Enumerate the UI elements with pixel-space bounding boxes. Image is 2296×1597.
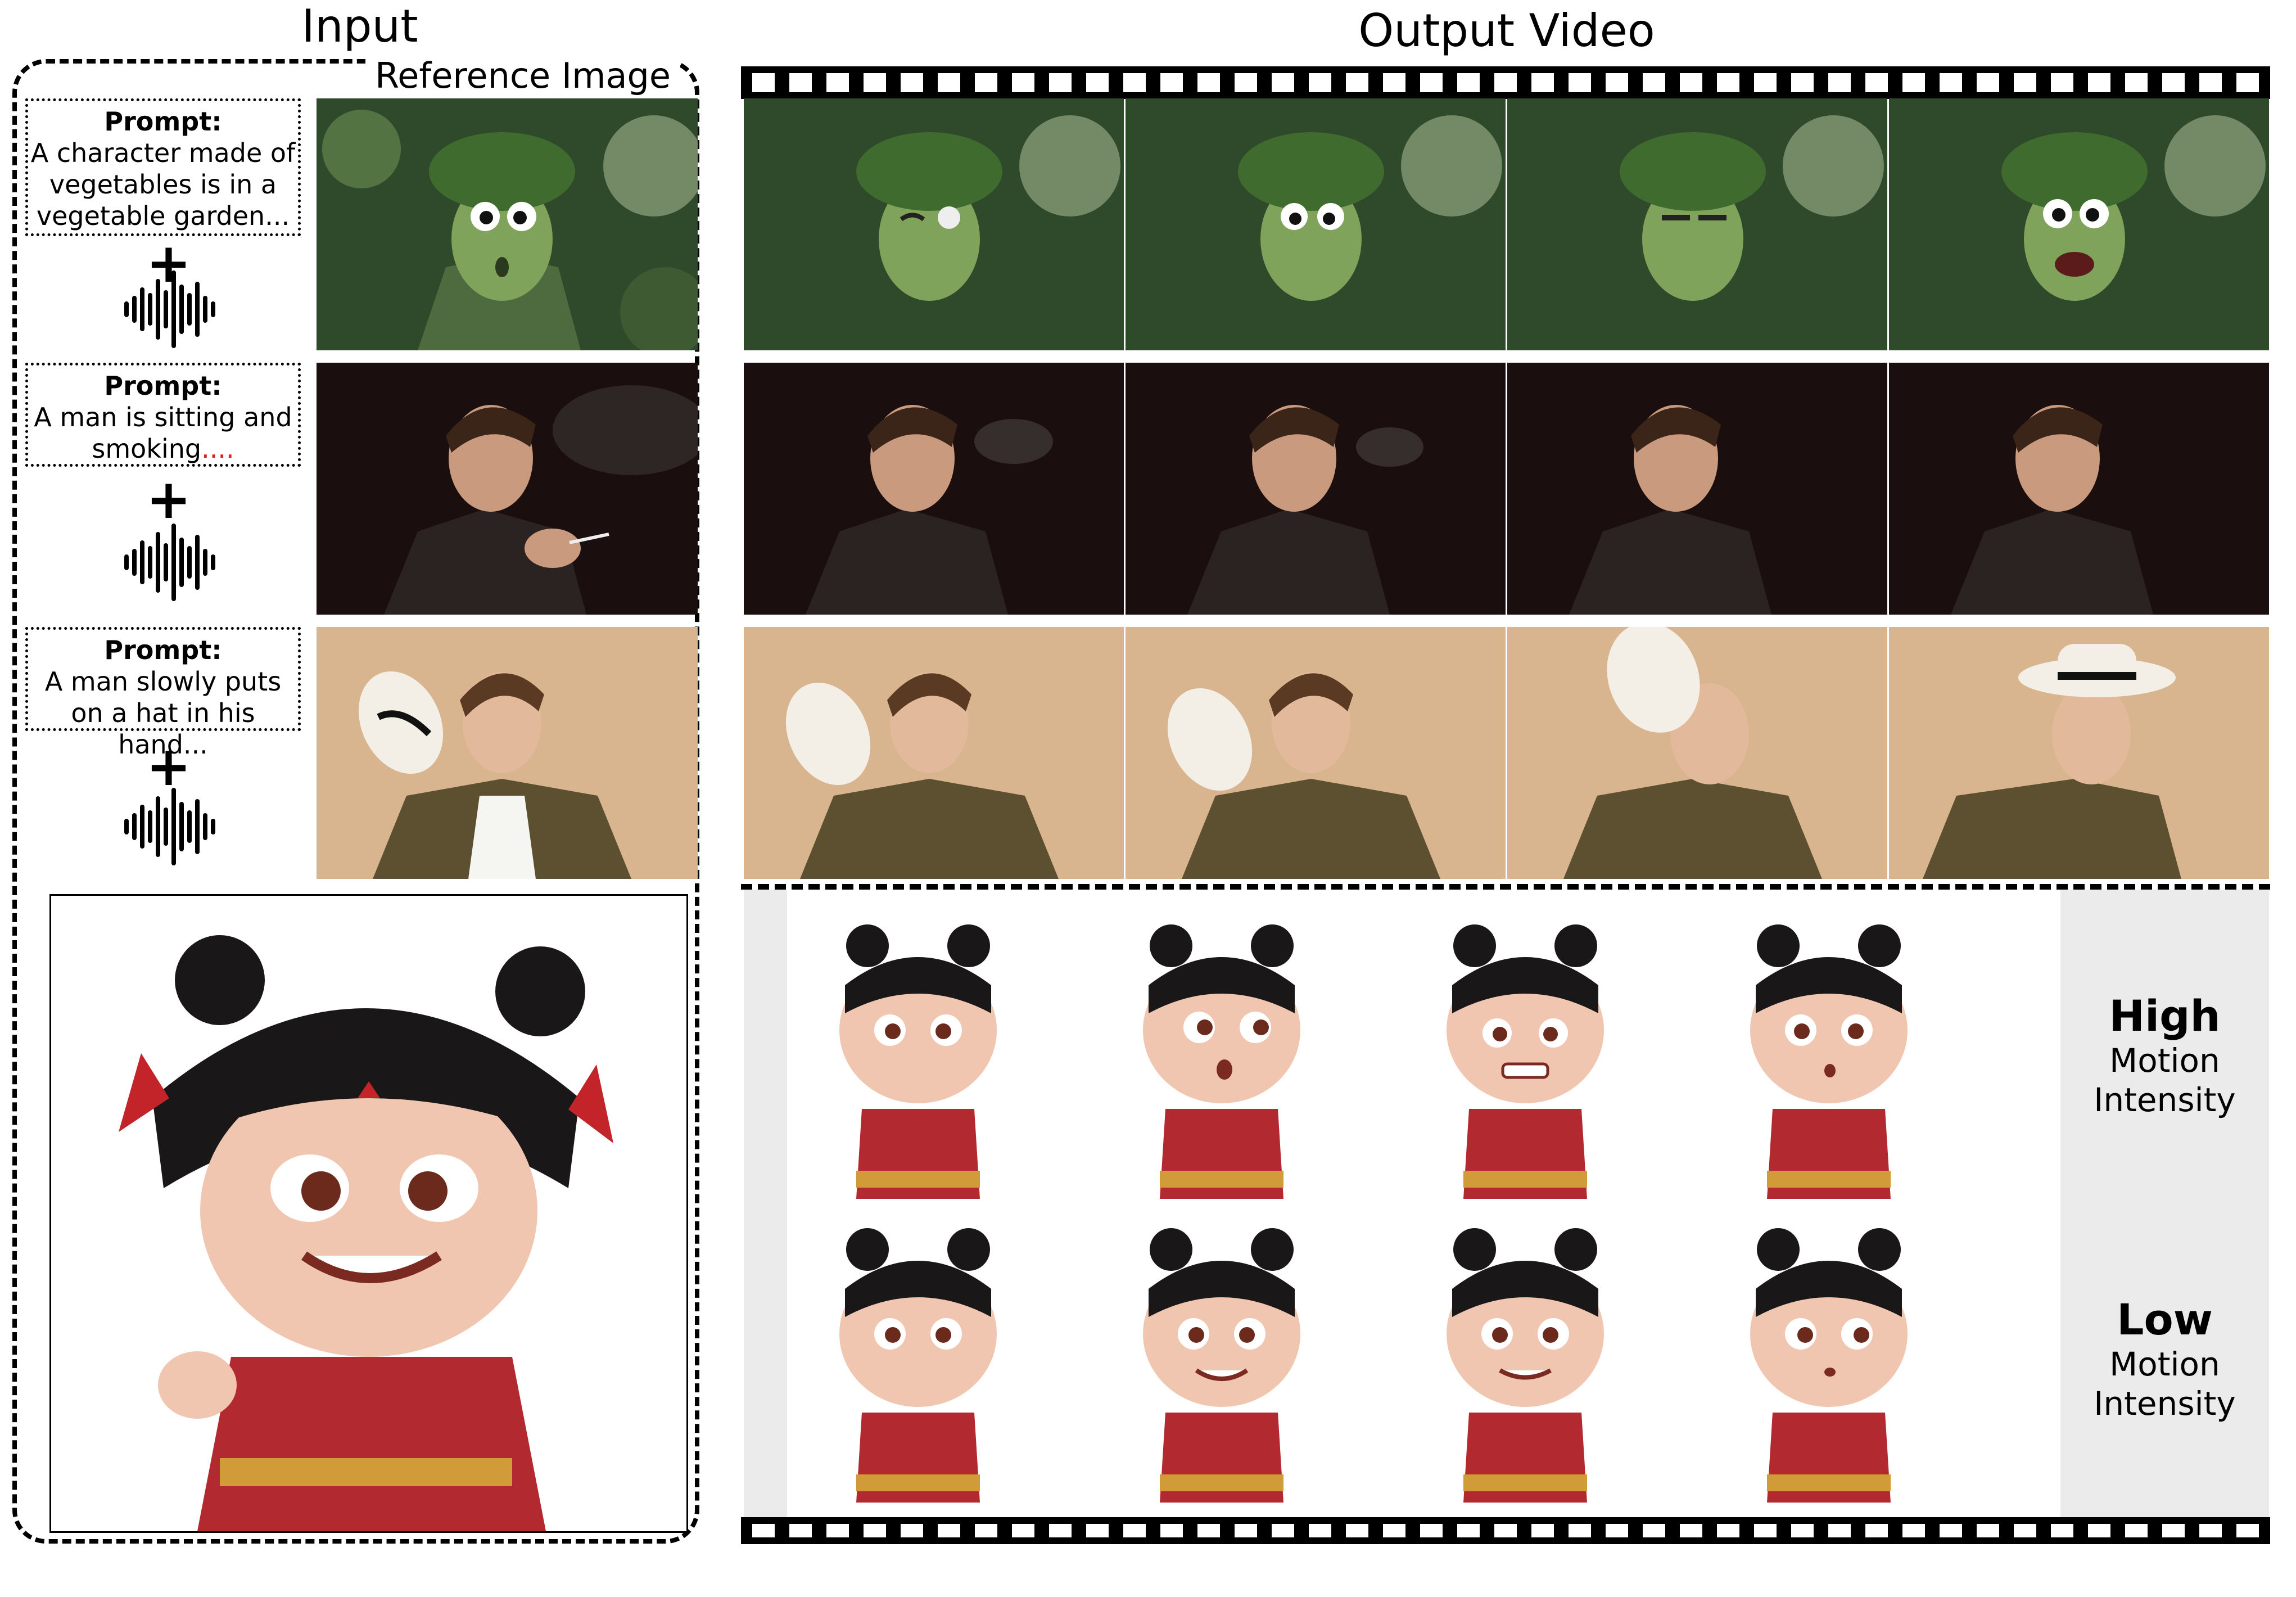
output-frame	[1507, 363, 1887, 615]
audio-waveform-icon	[124, 788, 215, 865]
output-frame	[744, 627, 1124, 879]
prompt-box-1: Prompt: A character made of vegetables i…	[25, 98, 301, 236]
output-frame	[1447, 924, 1604, 1199]
audio-waveform-icon	[124, 524, 215, 601]
output-frame	[1143, 1228, 1300, 1503]
prompt-ellipsis: ....	[201, 434, 234, 464]
low-sub-motion: Motion	[2109, 1345, 2220, 1383]
output-frame	[839, 924, 997, 1199]
prompt-text: A character made of vegetables is in a v…	[30, 138, 296, 231]
plus-icon: +	[146, 468, 192, 531]
output-row-vegetable	[744, 98, 2269, 350]
prompt-label: Prompt:	[104, 371, 222, 401]
low-motion-label: Low Motion Intensity	[2060, 1294, 2269, 1423]
output-frame	[1126, 627, 1506, 879]
low-sub-intensity: Intensity	[2094, 1384, 2236, 1423]
input-title: Input	[301, 0, 418, 52]
prompt-box-2: Prompt: A man is sitting and smoking....	[25, 363, 301, 467]
output-frame	[1889, 627, 2269, 879]
output-frame	[744, 98, 1124, 350]
output-frame	[1507, 98, 1887, 350]
audio-waveform-icon	[124, 270, 215, 348]
reference-image-hat-man	[317, 627, 698, 879]
reference-image-smoking-man	[317, 363, 698, 615]
prompt-label: Prompt:	[104, 635, 222, 665]
girl-output-grid: High Motion Intensity Low Motion Intensi…	[744, 890, 2269, 1517]
low-title: Low	[2117, 1294, 2213, 1345]
output-title: Output Video	[1358, 4, 1655, 57]
section-divider	[741, 884, 2270, 890]
left-gray-margin	[744, 890, 787, 1517]
prompt-box-3: Prompt: A man slowly puts on a hat in hi…	[25, 627, 301, 760]
high-sub-motion: Motion	[2109, 1041, 2220, 1080]
output-frame	[1889, 98, 2269, 350]
output-frame	[1750, 924, 1908, 1199]
high-title: High	[2109, 991, 2221, 1041]
output-row-smoking	[744, 363, 2269, 615]
film-strip-bottom	[741, 1517, 2270, 1544]
output-frame	[839, 1228, 997, 1503]
output-frame	[1126, 98, 1506, 350]
high-motion-label: High Motion Intensity	[2060, 991, 2269, 1120]
film-strip-top	[741, 66, 2270, 99]
prompt-text: A man is sitting and smoking	[34, 402, 292, 464]
output-frame	[1507, 627, 1887, 879]
output-frame	[1126, 363, 1506, 615]
output-frame	[1143, 924, 1300, 1199]
output-frame	[1750, 1228, 1908, 1503]
high-sub-intensity: Intensity	[2094, 1081, 2236, 1119]
output-frame	[1889, 363, 2269, 615]
reference-image-girl-character	[49, 894, 688, 1533]
output-frame	[744, 363, 1124, 615]
output-frame	[1447, 1228, 1604, 1503]
output-row-hat	[744, 627, 2269, 879]
plus-icon: +	[146, 735, 192, 798]
reference-image-vegetable-character	[317, 98, 698, 350]
prompt-label: Prompt:	[104, 106, 222, 137]
reference-image-label: Reference Image	[365, 55, 680, 100]
